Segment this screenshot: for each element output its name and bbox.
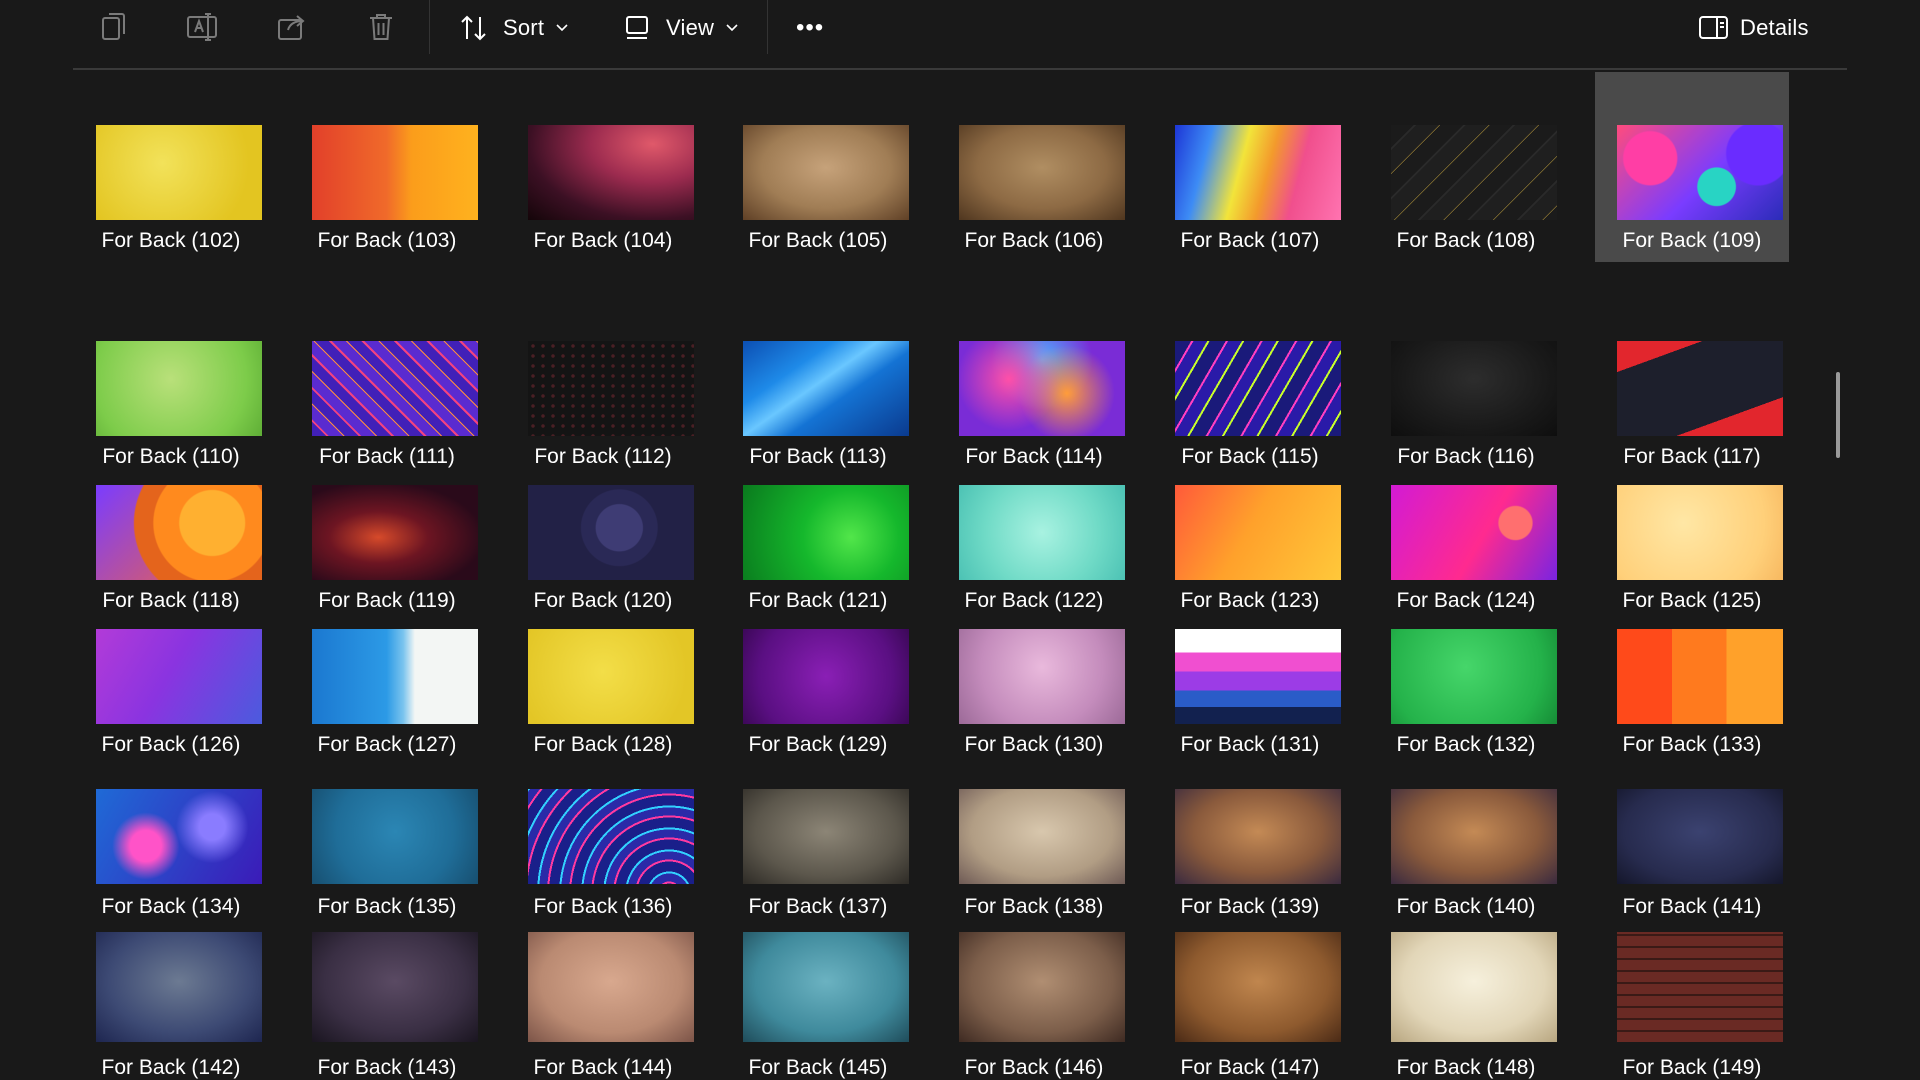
thumbnail-image (312, 629, 478, 724)
thumbnail-image (959, 125, 1125, 220)
thumbnail-image (959, 789, 1125, 884)
file-tile[interactable]: For Back (103) (290, 72, 484, 262)
file-tile[interactable]: For Back (149) (1595, 899, 1789, 1080)
thumbnail-image (743, 932, 909, 1042)
thumbnail-image (959, 932, 1125, 1042)
thumbnail-image (1617, 485, 1783, 580)
thumbnail-image (96, 932, 262, 1042)
thumbnail-image (528, 629, 694, 724)
thumbnail-image (96, 629, 262, 724)
thumbnail-image (959, 485, 1125, 580)
file-name-label: For Back (145) (748, 1056, 888, 1079)
thumbnail-image (96, 125, 262, 220)
thumbnail-image (528, 485, 694, 580)
file-name-label: For Back (108) (1396, 229, 1536, 252)
thumbnail-image (1617, 789, 1783, 884)
thumbnail-image (743, 485, 909, 580)
thumbnail-image (528, 125, 694, 220)
thumbnail-image (1391, 932, 1557, 1042)
thumbnail-image (312, 341, 478, 436)
file-name-label: For Back (142) (101, 1056, 241, 1079)
file-name-label: For Back (149) (1622, 1056, 1762, 1079)
thumbnail-image (96, 789, 262, 884)
thumbnail-image (1175, 341, 1341, 436)
file-name-label: For Back (107) (1180, 229, 1320, 252)
thumbnail-image (312, 485, 478, 580)
thumbnail-image (1617, 629, 1783, 724)
thumbnail-image (312, 125, 478, 220)
thumbnail-image (96, 341, 262, 436)
thumbnail-image (1175, 125, 1341, 220)
file-name-label: For Back (146) (964, 1056, 1104, 1079)
vertical-scrollbar[interactable] (1836, 372, 1840, 458)
file-explorer-window: Sort View ••• Details For Back (102) For… (0, 0, 1920, 1080)
thumbnail-image (1391, 629, 1557, 724)
thumbnail-image (1391, 125, 1557, 220)
thumbnail-image (1175, 789, 1341, 884)
file-tile[interactable]: For Back (147) (1153, 899, 1347, 1080)
thumbnail-image (1175, 932, 1341, 1042)
file-name-label: For Back (102) (101, 229, 241, 252)
file-tile[interactable]: For Back (108) (1369, 72, 1563, 262)
thumbnail-image (96, 485, 262, 580)
file-grid: For Back (102) For Back (103) For Back (10… (0, 0, 1920, 1080)
thumbnail-image (1175, 629, 1341, 724)
thumbnail-image (1391, 485, 1557, 580)
thumbnail-image (528, 932, 694, 1042)
thumbnail-image (312, 932, 478, 1042)
file-tile[interactable]: For Back (109) (1595, 72, 1789, 262)
thumbnail-image (743, 789, 909, 884)
file-tile[interactable]: For Back (106) (937, 72, 1131, 262)
file-tile[interactable]: For Back (144) (506, 899, 700, 1080)
file-name-label: For Back (109) (1622, 229, 1762, 252)
file-tile[interactable]: For Back (142) (74, 899, 268, 1080)
file-tile[interactable]: For Back (107) (1153, 72, 1347, 262)
file-name-label: For Back (105) (748, 229, 888, 252)
file-name-label: For Back (104) (533, 229, 673, 252)
thumbnail-image (959, 629, 1125, 724)
thumbnail-image (1391, 789, 1557, 884)
file-tile[interactable]: For Back (105) (721, 72, 915, 262)
file-name-label: For Back (144) (533, 1056, 673, 1079)
thumbnail-image (743, 341, 909, 436)
file-tile[interactable]: For Back (148) (1369, 899, 1563, 1080)
thumbnail-image (1391, 341, 1557, 436)
file-name-label: For Back (148) (1396, 1056, 1536, 1079)
thumbnail-image (743, 125, 909, 220)
file-tile[interactable]: For Back (145) (721, 899, 915, 1080)
file-tile[interactable]: For Back (146) (937, 899, 1131, 1080)
file-name-label: For Back (147) (1180, 1056, 1320, 1079)
thumbnail-image (528, 789, 694, 884)
file-name-label: For Back (103) (317, 229, 457, 252)
thumbnail-image (528, 341, 694, 436)
thumbnail-image (1617, 932, 1783, 1042)
file-name-label: For Back (106) (964, 229, 1104, 252)
thumbnail-image (959, 341, 1125, 436)
thumbnail-image (1617, 341, 1783, 436)
thumbnail-image (1175, 485, 1341, 580)
thumbnail-image (743, 629, 909, 724)
file-tile[interactable]: For Back (102) (74, 72, 268, 262)
thumbnail-image (1617, 125, 1783, 220)
file-name-label: For Back (143) (317, 1056, 457, 1079)
file-tile[interactable]: For Back (143) (290, 899, 484, 1080)
thumbnail-image (312, 789, 478, 884)
file-tile[interactable]: For Back (104) (506, 72, 700, 262)
